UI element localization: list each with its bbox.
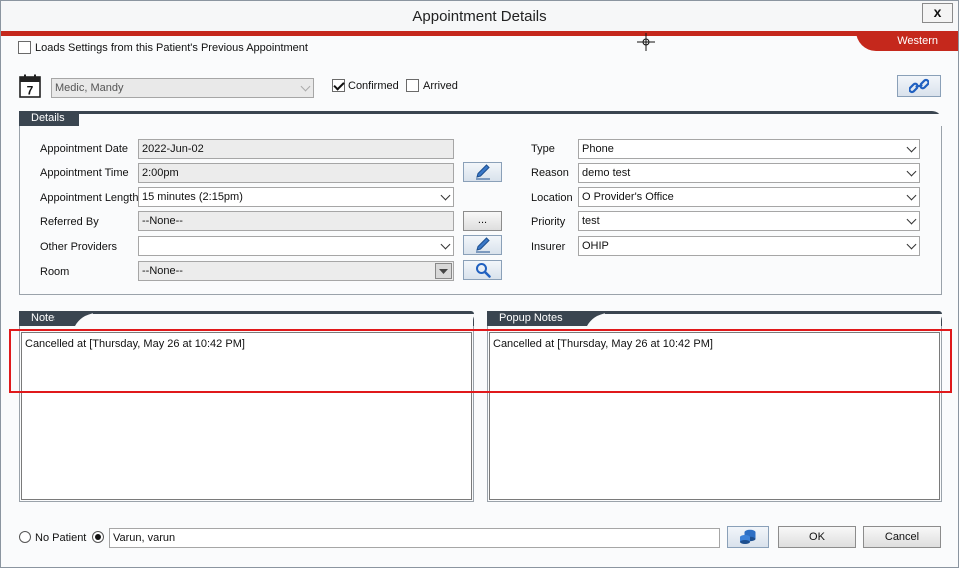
close-button[interactable]: x bbox=[922, 3, 953, 23]
priority-value: test bbox=[582, 215, 600, 227]
popup-notes-header-label: Popup Notes bbox=[499, 312, 563, 324]
triangle-down-icon bbox=[439, 269, 448, 274]
ok-button[interactable]: OK bbox=[778, 526, 856, 548]
referred-by-browse-button[interactable]: ... bbox=[463, 211, 502, 231]
insurer-select[interactable]: OHIP bbox=[578, 236, 920, 256]
popup-notes-header-fill bbox=[587, 313, 941, 326]
link-icon bbox=[909, 78, 929, 94]
arrived-checkbox[interactable] bbox=[406, 79, 419, 92]
search-icon bbox=[475, 263, 491, 278]
appointment-date-field[interactable]: 2022-Jun-02 bbox=[138, 139, 454, 159]
appointment-length-select[interactable]: 15 minutes (2:15pm) bbox=[138, 187, 454, 207]
details-header-label: Details bbox=[31, 112, 65, 124]
popup-notes-textarea[interactable]: Cancelled at [Thursday, May 26 at 10:42 … bbox=[489, 332, 940, 500]
type-label: Type bbox=[531, 143, 555, 155]
confirmed-checkbox[interactable] bbox=[332, 79, 345, 92]
notes-header-fill bbox=[75, 313, 473, 326]
reason-label: Reason bbox=[531, 167, 569, 179]
chevron-down-icon bbox=[906, 239, 917, 250]
other-providers-label: Other Providers bbox=[40, 241, 118, 253]
edit-time-button[interactable] bbox=[463, 162, 502, 182]
appointment-length-value: 15 minutes (2:15pm) bbox=[142, 191, 243, 203]
chevron-down-icon bbox=[906, 214, 917, 225]
provider-select[interactable]: Medic, Mandy bbox=[51, 78, 314, 98]
calendar-icon-day: 7 bbox=[27, 84, 34, 98]
pencil-icon bbox=[475, 237, 490, 253]
popup-notes-header-curve bbox=[567, 311, 607, 326]
arrived-label: Arrived bbox=[423, 80, 458, 92]
load-settings-label: Loads Settings from this Patient's Previ… bbox=[35, 42, 308, 54]
chevron-down-icon bbox=[300, 81, 311, 92]
patient-radio[interactable] bbox=[92, 531, 104, 543]
type-select[interactable]: Phone bbox=[578, 139, 920, 159]
referred-by-field[interactable]: --None-- bbox=[138, 211, 454, 231]
referred-by-label: Referred By bbox=[40, 216, 99, 228]
title-bar: Appointment Details x bbox=[1, 1, 958, 31]
room-value: --None-- bbox=[142, 265, 183, 277]
room-label: Room bbox=[40, 266, 70, 278]
pencil-icon bbox=[475, 164, 490, 180]
database-icon bbox=[740, 529, 756, 544]
window-title: Appointment Details bbox=[412, 8, 547, 25]
appointment-details-window: Appointment Details x Western Loads Sett… bbox=[0, 0, 959, 568]
popup-notes-header-line bbox=[605, 311, 942, 314]
location-select[interactable]: O Provider's Office bbox=[578, 187, 920, 207]
load-settings-checkbox[interactable] bbox=[18, 41, 31, 54]
reason-value: demo test bbox=[582, 167, 631, 179]
priority-select[interactable]: test bbox=[578, 211, 920, 231]
link-button[interactable] bbox=[897, 75, 941, 97]
room-select[interactable]: --None-- bbox=[138, 261, 454, 281]
appointment-date-label: Appointment Date bbox=[40, 143, 129, 155]
no-patient-radio[interactable] bbox=[19, 531, 31, 543]
notes-textarea[interactable]: Cancelled at [Thursday, May 26 at 10:42 … bbox=[21, 332, 472, 500]
accent-bar bbox=[1, 31, 958, 36]
no-patient-label: No Patient bbox=[35, 532, 87, 544]
room-dropdown-button[interactable] bbox=[435, 263, 452, 279]
cancel-button[interactable]: Cancel bbox=[863, 526, 941, 548]
edit-other-providers-button[interactable] bbox=[463, 235, 502, 255]
location-value: O Provider's Office bbox=[582, 191, 674, 203]
insurer-label: Insurer bbox=[531, 241, 566, 253]
chevron-down-icon bbox=[906, 166, 917, 177]
calendar-icon: 7 bbox=[19, 74, 41, 98]
chevron-down-icon bbox=[906, 190, 917, 201]
location-label: Location bbox=[531, 192, 573, 204]
region-tab-label: Western bbox=[897, 35, 938, 47]
notes-header-curve bbox=[55, 311, 95, 326]
appointment-length-label: Appointment Length bbox=[40, 192, 139, 204]
patient-field[interactable]: Varun, varun bbox=[109, 528, 720, 548]
room-search-button[interactable] bbox=[463, 260, 502, 280]
other-providers-select[interactable] bbox=[138, 236, 454, 256]
notes-header-line bbox=[93, 311, 474, 314]
provider-select-value: Medic, Mandy bbox=[55, 82, 124, 94]
chevron-down-icon bbox=[440, 239, 451, 250]
crosshair-cursor-icon bbox=[637, 33, 655, 51]
priority-label: Priority bbox=[531, 216, 566, 228]
reason-select[interactable]: demo test bbox=[578, 163, 920, 183]
chevron-down-icon bbox=[440, 190, 451, 201]
patient-lookup-button[interactable] bbox=[727, 526, 769, 548]
confirmed-label: Confirmed bbox=[348, 80, 399, 92]
type-value: Phone bbox=[582, 143, 614, 155]
insurer-value: OHIP bbox=[582, 240, 609, 252]
appointment-time-field[interactable]: 2:00pm bbox=[138, 163, 454, 183]
region-tab: Western bbox=[856, 31, 958, 51]
appointment-time-label: Appointment Time bbox=[40, 167, 129, 179]
chevron-down-icon bbox=[906, 142, 917, 153]
